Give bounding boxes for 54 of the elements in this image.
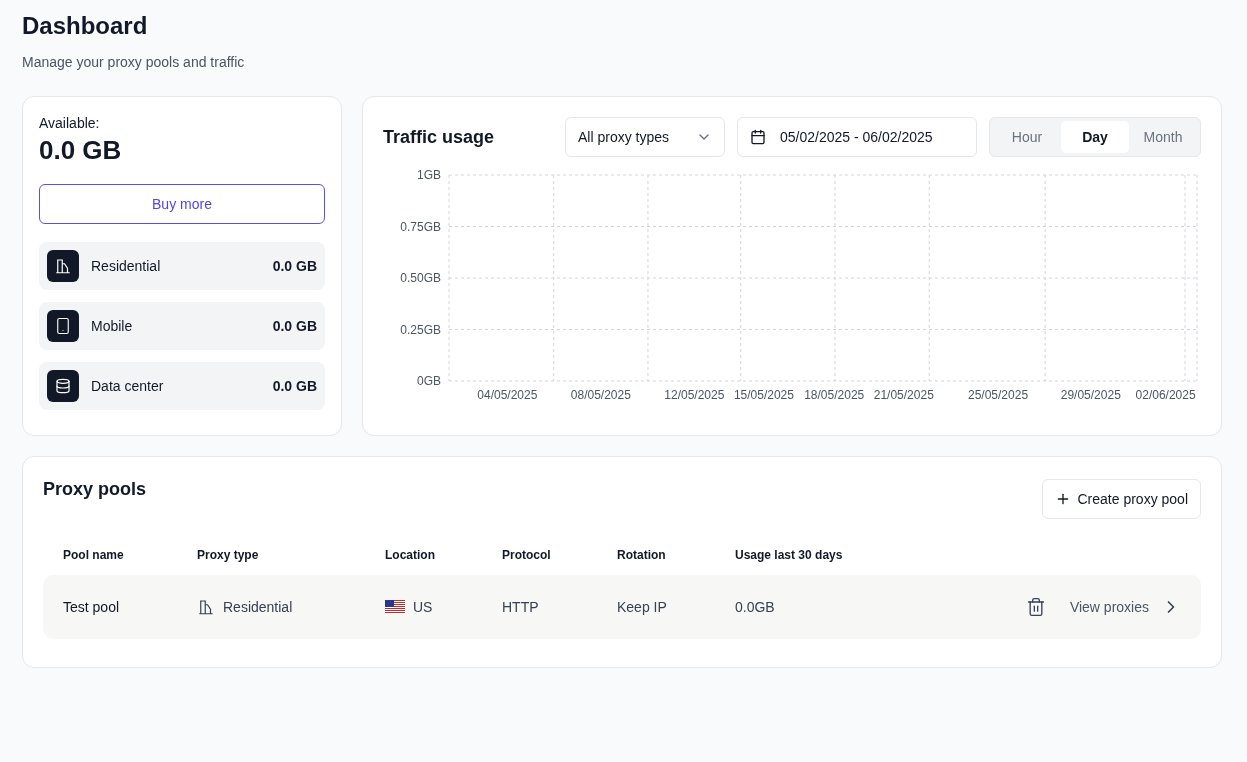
column-header: Location (385, 548, 436, 562)
proxy-type-name: Residential (91, 258, 162, 274)
proxy-pools-title: Proxy pools (43, 479, 148, 500)
column-header: Pool name (63, 548, 125, 562)
proxy-type-amount: 0.0 GB (272, 318, 317, 334)
x-axis-label: 29/05/2025 (1060, 388, 1121, 402)
period-tab[interactable]: Hour (993, 121, 1061, 153)
y-axis-label: 0GB (417, 374, 441, 388)
traffic-title: Traffic usage (383, 126, 496, 148)
available-amount: 0.0 GB (39, 135, 123, 166)
proxy-type-select[interactable]: All proxy types (565, 117, 725, 157)
proxy-type-name: Mobile (91, 318, 134, 334)
proxy-type-amount: 0.0 GB (272, 258, 317, 274)
database-icon (55, 378, 71, 394)
x-axis-label: 25/05/2025 (968, 388, 1029, 402)
y-axis-label: 0.75GB (400, 219, 441, 234)
x-axis-label: 15/05/2025 (733, 388, 794, 402)
period-tab[interactable]: Day (1061, 121, 1129, 153)
column-header: Proxy type (197, 548, 260, 562)
usage: 0.0GB (735, 599, 776, 615)
pool-name: Test pool (63, 599, 121, 615)
y-axis-label: 1GB (417, 168, 441, 182)
building-icon (54, 257, 72, 275)
location: US (413, 599, 433, 615)
proxy-type: Residential (223, 599, 293, 615)
x-axis-label: 18/05/2025 (804, 388, 865, 402)
page-subtitle: Manage your proxy pools and traffic (22, 54, 246, 70)
pool-row[interactable]: Test pool Residential US HTTP Keep IP 0.0GB View proxies (43, 575, 1201, 639)
column-header: Rotation (617, 548, 667, 562)
create-proxy-pool-button[interactable]: Create proxy pool (1042, 479, 1201, 519)
proxy-type-amount: 0.0 GB (272, 378, 317, 394)
calendar-icon (750, 129, 766, 145)
rotation: Keep IP (617, 599, 668, 615)
column-header: Usage last 30 days (735, 548, 844, 562)
x-axis-label: 12/05/2025 (664, 388, 725, 402)
date-range-picker[interactable]: 05/02/2025 - 06/02/2025 (737, 117, 977, 157)
period-tab[interactable]: Month (1129, 121, 1197, 153)
x-axis-label: 21/05/2025 (873, 388, 934, 402)
column-header: Protocol (502, 548, 552, 562)
y-axis-label: 0.25GB (400, 322, 441, 337)
trash-icon (1025, 597, 1046, 617)
x-axis-label: 04/05/2025 (477, 388, 538, 402)
available-label: Available: (39, 115, 101, 131)
buy-more-button[interactable]: Buy more (39, 184, 325, 224)
building-icon (197, 598, 215, 616)
page-title: Dashboard (22, 12, 149, 40)
y-axis-label: 0.50GB (400, 271, 441, 285)
x-axis-label: 08/05/2025 (570, 388, 631, 402)
x-axis-label: 02/06/2025 (1135, 388, 1196, 402)
view-proxies-link[interactable]: View proxies (1069, 597, 1181, 617)
proxy-type-name: Data center (91, 378, 165, 394)
phone-icon (54, 317, 72, 335)
flag-icon (385, 600, 405, 614)
protocol: HTTP (502, 599, 540, 615)
